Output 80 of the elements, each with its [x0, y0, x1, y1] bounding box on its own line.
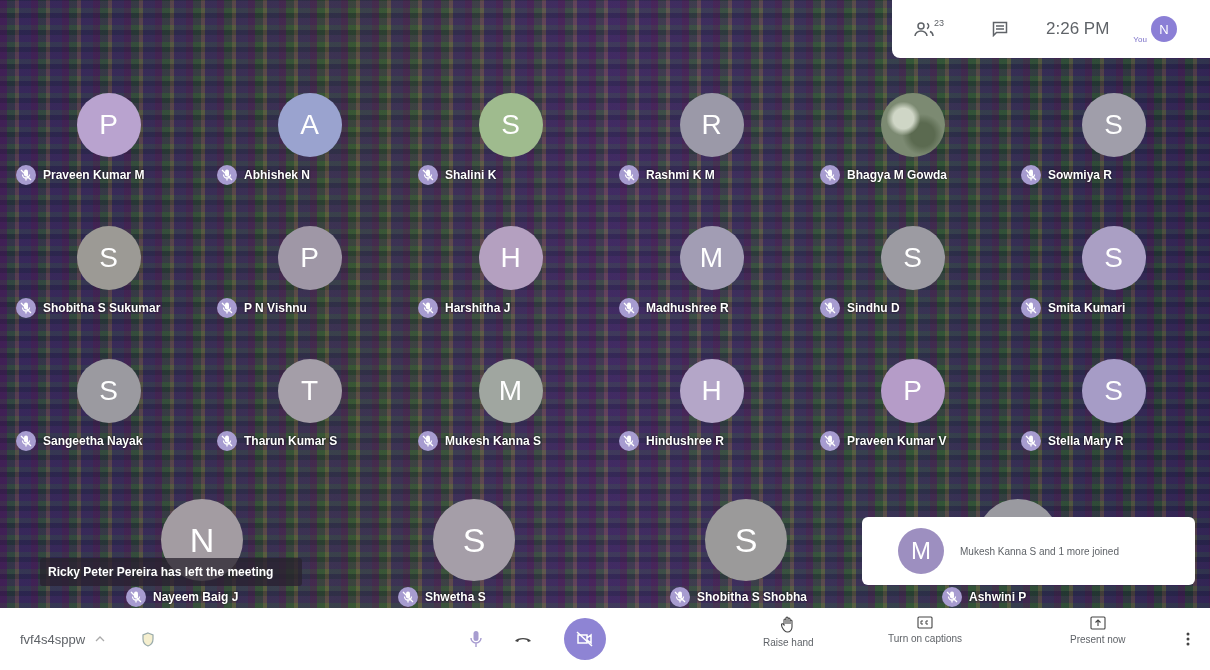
microphone-off-icon	[619, 431, 639, 451]
avatar-initial: S	[501, 109, 520, 141]
participant-name: Madhushree R	[646, 301, 729, 315]
microphone-off-icon	[820, 431, 840, 451]
microphone-off-icon	[1021, 431, 1041, 451]
microphone-off-icon	[820, 165, 840, 185]
self-label: You	[1133, 35, 1147, 44]
microphone-off-icon	[619, 165, 639, 185]
avatar-initial: R	[701, 109, 722, 141]
microphone-off-icon	[418, 165, 438, 185]
self-avatar[interactable]: N	[1150, 16, 1177, 42]
avatar-initial: S	[1104, 109, 1123, 141]
avatar-initial: P	[300, 242, 319, 274]
notification-avatar: M	[898, 528, 944, 574]
participant-name: Shobitha S Sukumar	[43, 301, 161, 315]
microphone-off-icon	[1021, 298, 1041, 318]
avatar-initial: S	[1104, 375, 1123, 407]
participant-name: Smita Kumari	[1048, 301, 1126, 315]
participant-name: Sangeetha Nayak	[43, 434, 143, 448]
more-options-icon[interactable]	[1186, 632, 1190, 646]
chat-icon[interactable]	[992, 21, 1008, 37]
participant-name: Stella Mary R	[1048, 434, 1124, 448]
participant-name: Shalini K	[445, 168, 497, 182]
microphone-off-icon	[217, 298, 237, 318]
microphone-off-icon	[16, 165, 36, 185]
avatar-initial: H	[701, 375, 722, 407]
participant-count: 23	[934, 18, 944, 28]
participant-name: Praveen Kumar M	[43, 168, 145, 182]
left-meeting-toast: Ricky Peter Pereira has left the meeting	[40, 558, 302, 586]
microphone-off-icon	[619, 298, 639, 318]
captions-icon	[917, 616, 934, 629]
people-icon[interactable]	[914, 21, 934, 37]
present-screen-icon	[1089, 616, 1106, 630]
participant-name: Harshitha J	[445, 301, 511, 315]
microphone-off-icon	[217, 431, 237, 451]
participant-name: Bhagya M Gowda	[847, 168, 947, 182]
avatar-initial: S	[903, 242, 922, 274]
camera-off-icon	[576, 631, 594, 647]
avatar-initial: S	[99, 375, 118, 407]
participant-name: Praveen Kumar V	[847, 434, 947, 448]
microphone-off-icon	[1021, 165, 1041, 185]
action-button[interactable]: Present now	[1070, 616, 1126, 645]
hand-icon	[781, 616, 796, 633]
participant-name: Tharun Kumar S	[244, 434, 338, 448]
participant-name: Abhishek N	[244, 168, 310, 182]
participant-name: Sindhu D	[847, 301, 900, 315]
avatar-initial: S	[99, 242, 118, 274]
participant-name: Rashmi K M	[646, 168, 715, 182]
microphone-off-icon	[418, 431, 438, 451]
participant-name: Hindushree R	[646, 434, 724, 448]
avatar-initial: S	[1104, 242, 1123, 274]
microphone-off-icon	[418, 298, 438, 318]
participant-name: Nayeem Baig J	[153, 590, 239, 604]
camera-off-button[interactable]	[564, 618, 606, 660]
participant-name: Shwetha S	[425, 590, 486, 604]
meeting-code[interactable]: fvf4s4sppw	[20, 631, 86, 647]
avatar-initial: M	[498, 375, 523, 407]
participant-name: Shobitha S Shobha	[697, 590, 807, 604]
avatar-initial: T	[300, 375, 319, 407]
avatar-initial: P	[903, 375, 922, 407]
participant-name: Sowmiya R	[1048, 168, 1113, 182]
avatar-initial: S	[734, 520, 758, 560]
avatar-initial: S	[462, 520, 486, 560]
avatar-initial: A	[300, 109, 319, 141]
participant-name: Mukesh Kanna S	[445, 434, 542, 448]
avatar-initial: M	[699, 242, 724, 274]
hang-up-icon[interactable]	[514, 635, 532, 643]
clock-time: 2:26 PM	[1046, 19, 1110, 39]
avatar-initial: P	[99, 109, 118, 141]
microphone-off-icon	[16, 298, 36, 318]
notification-text: Mukesh Kanna S and 1 more joined	[960, 544, 1120, 559]
microphone-off-icon	[820, 298, 840, 318]
avatar-initial: H	[500, 242, 521, 274]
action-button[interactable]: Turn on captions	[888, 616, 963, 644]
action-button[interactable]: Raise hand	[763, 616, 814, 648]
avatar-initial: N	[189, 520, 215, 560]
microphone-off-icon	[16, 431, 36, 451]
participant-name: P N Vishnu	[244, 301, 307, 315]
microphone-off-icon	[217, 165, 237, 185]
participant-name: Ashwini P	[969, 590, 1027, 604]
